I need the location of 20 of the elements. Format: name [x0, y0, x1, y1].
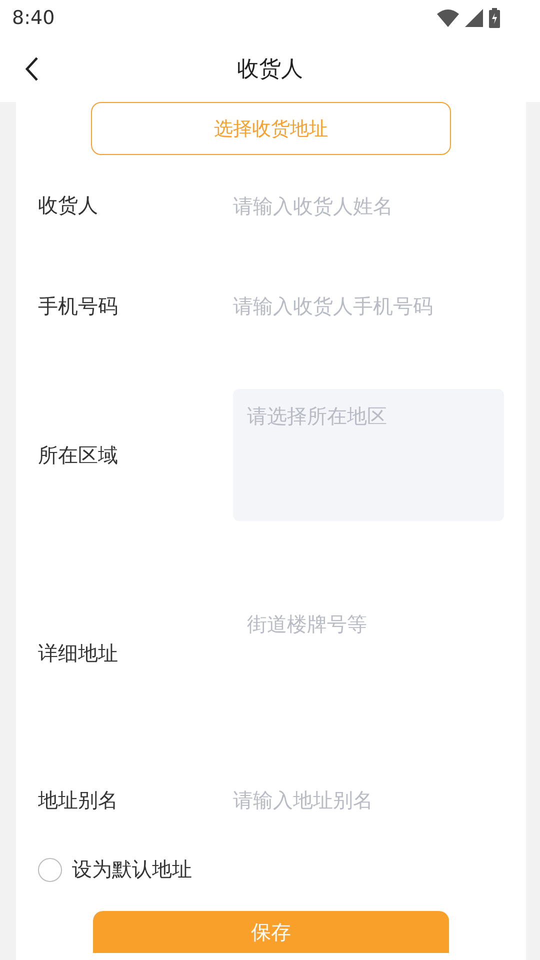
default-address-label: 设为默认地址 — [72, 856, 192, 883]
default-checkbox[interactable] — [38, 858, 62, 882]
signal-icon — [465, 9, 483, 27]
field-label: 详细地址 — [38, 640, 119, 667]
region-picker[interactable]: 请选择所在地区 — [233, 389, 504, 521]
wifi-icon — [437, 9, 459, 27]
field-label: 地址别名 — [38, 786, 119, 814]
input-field[interactable]: 请输入收货人手机号码 — [233, 294, 504, 318]
field-label: 所在区域 — [38, 442, 119, 469]
address-input[interactable]: 街道楼牌号等 — [233, 597, 504, 707]
page-title: 收货人 — [237, 56, 303, 84]
status-time: 8:40 — [12, 7, 55, 29]
field-label: 收货人 — [38, 192, 99, 219]
input-field[interactable]: 请输入地址别名 — [233, 788, 504, 812]
save-button[interactable]: 保存 — [93, 911, 449, 953]
back-icon — [25, 56, 39, 82]
select-address-button[interactable]: 选择收货地址 — [91, 102, 451, 155]
input-field[interactable]: 请输入收货人姓名 — [233, 194, 504, 218]
field-label: 手机号码 — [38, 292, 119, 320]
battery-icon — [489, 8, 500, 28]
